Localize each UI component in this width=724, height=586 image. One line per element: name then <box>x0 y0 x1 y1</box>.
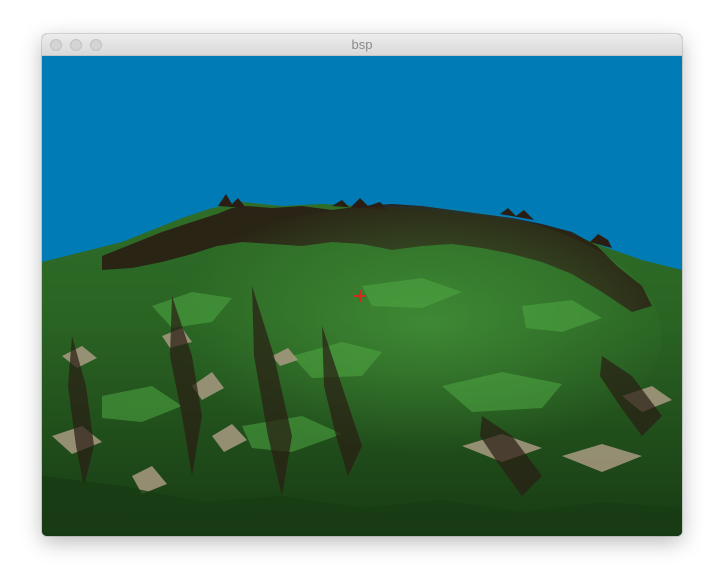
title-bar[interactable]: bsp <box>42 34 682 56</box>
render-viewport[interactable] <box>42 56 682 536</box>
window-title: bsp <box>351 37 373 52</box>
app-window: bsp <box>42 34 682 536</box>
crosshair-icon <box>354 290 366 302</box>
